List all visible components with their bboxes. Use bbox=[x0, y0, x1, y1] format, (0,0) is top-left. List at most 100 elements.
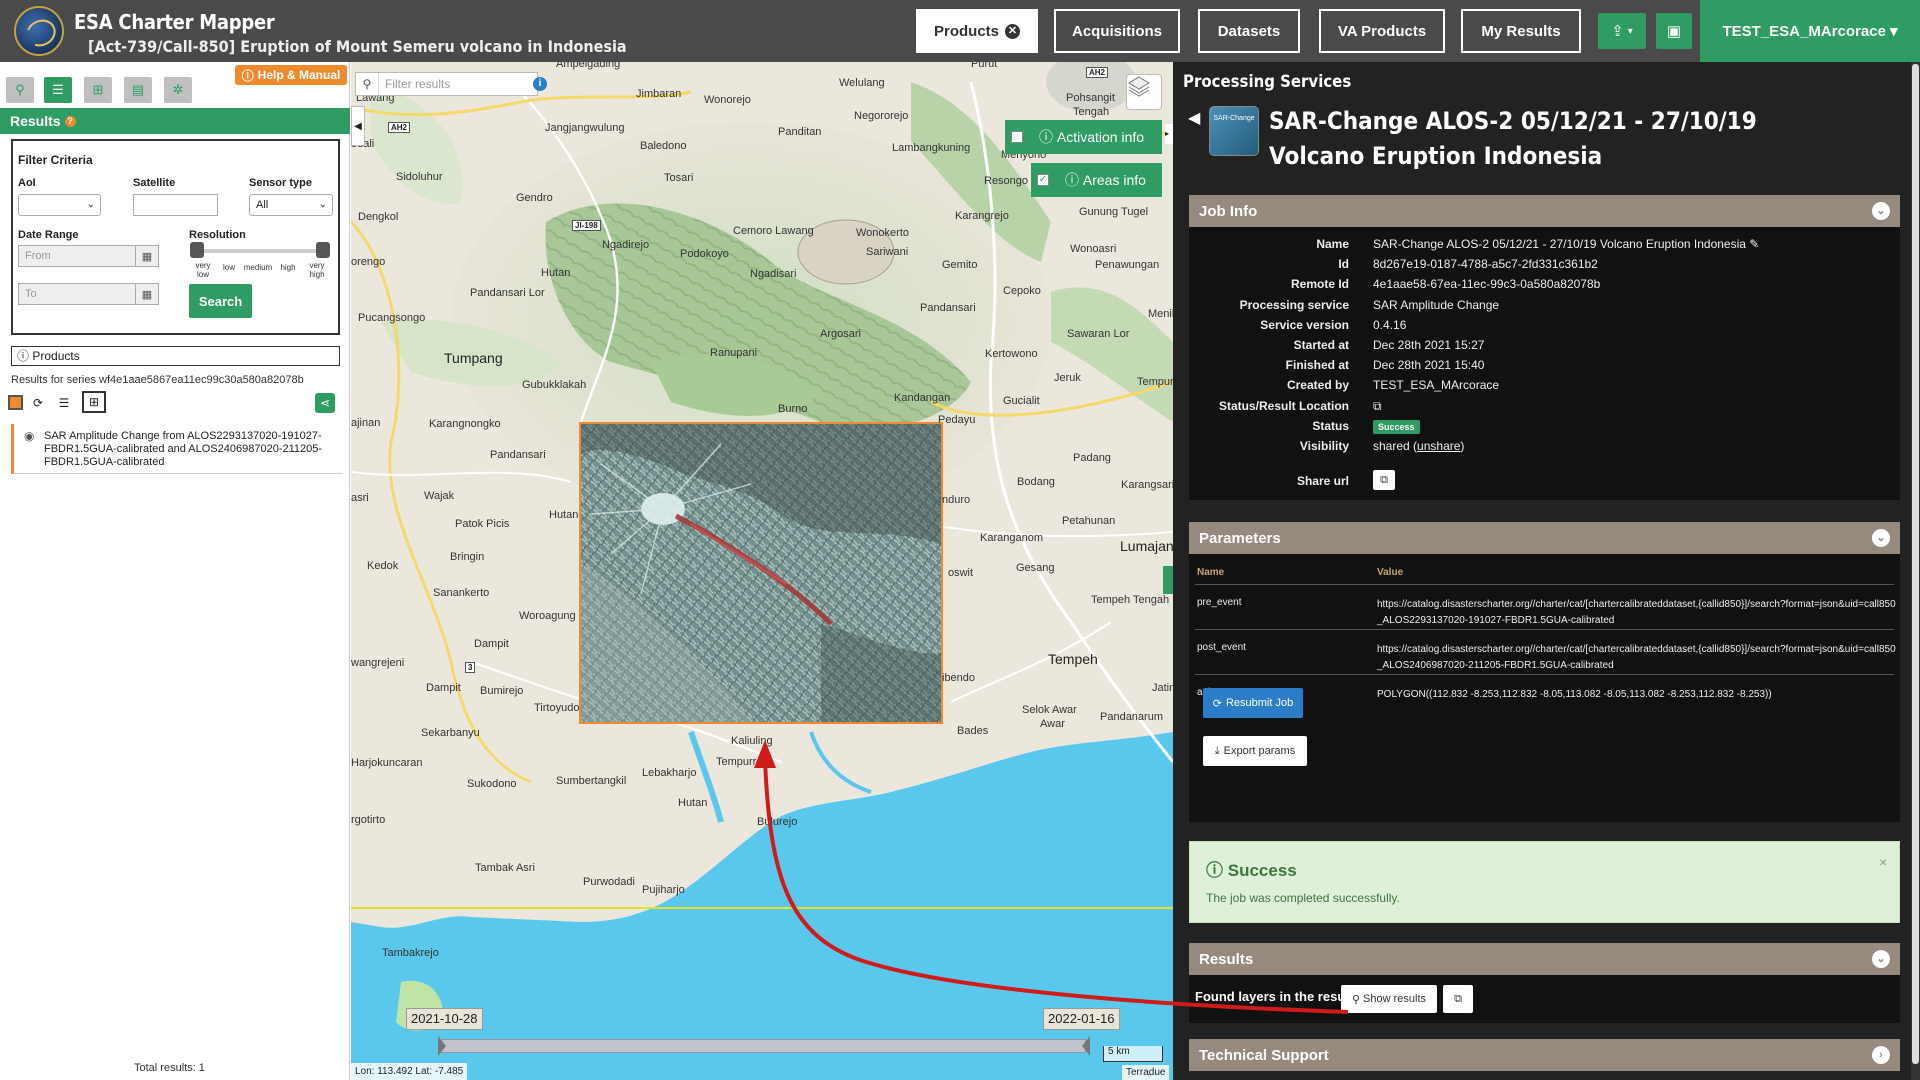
chevron-down-icon[interactable]: ⌄ bbox=[1872, 529, 1890, 547]
slider-handle-min[interactable] bbox=[190, 242, 204, 258]
areas-info-checkbox[interactable]: ✓ bbox=[1031, 163, 1055, 197]
activation-info-checkbox[interactable] bbox=[1005, 120, 1029, 154]
timeline-handle-end[interactable] bbox=[1082, 1036, 1090, 1056]
layers-button[interactable] bbox=[1126, 74, 1162, 110]
aoi-label: AoI bbox=[18, 177, 36, 189]
timeline-slider[interactable] bbox=[438, 1036, 1090, 1056]
info-icon[interactable]: i bbox=[533, 77, 547, 91]
resolution-slider[interactable] bbox=[190, 242, 330, 258]
success-message: The job was completed successfully. bbox=[1206, 891, 1400, 905]
close-icon[interactable]: × bbox=[1879, 854, 1887, 870]
map-town-label: Sariwani bbox=[866, 246, 909, 258]
map-town-label: Hutan bbox=[549, 509, 579, 521]
tab-my-results[interactable]: My Results bbox=[1461, 9, 1581, 53]
basket-icon: ⊞ bbox=[92, 82, 104, 97]
back-arrow-icon[interactable]: ◀ bbox=[1188, 108, 1200, 128]
processing-services-panel: Processing Services ◀ SAR-Change SAR-Cha… bbox=[1173, 62, 1920, 1080]
user-menu[interactable]: TEST_ESA_MArcorace ▾ bbox=[1700, 0, 1920, 62]
filter-results-input[interactable]: Filter results bbox=[378, 73, 537, 95]
search-tool-button[interactable]: ⚲ bbox=[6, 77, 34, 103]
calendar-icon[interactable]: ▦ bbox=[135, 283, 159, 305]
tab-acquisitions[interactable]: Acquisitions bbox=[1054, 9, 1180, 53]
export-params-button[interactable]: ⤓ Export params bbox=[1203, 736, 1307, 766]
copy-share-url-button[interactable]: ⧉ bbox=[1373, 470, 1395, 490]
collapse-left-panel-handle[interactable]: ◀ bbox=[351, 106, 365, 146]
satellite-input[interactable] bbox=[133, 194, 218, 216]
calendar-icon[interactable]: ▦ bbox=[135, 245, 159, 267]
filter-results-box[interactable]: ⚲ Filter results bbox=[355, 72, 538, 96]
sensor-type-select[interactable]: All ⌄ bbox=[249, 194, 333, 216]
date-from-input[interactable]: From bbox=[18, 245, 136, 267]
right-panel-scrollbar[interactable] bbox=[1911, 62, 1920, 1080]
archive-tool-button[interactable]: ▤ bbox=[124, 77, 152, 103]
map-town-label: Tempurrejo bbox=[716, 756, 772, 768]
map-town-label: Dengkol bbox=[358, 211, 399, 223]
map-town-label: Karangnongko bbox=[429, 418, 501, 430]
select-all-checkbox[interactable] bbox=[8, 395, 23, 410]
parameters-header[interactable]: Parameters ⌄ bbox=[1189, 522, 1900, 554]
side-tab[interactable] bbox=[1163, 566, 1173, 594]
resubmit-job-button[interactable]: ⟳ Resubmit Job bbox=[1203, 688, 1303, 718]
job-info-key: Finished at bbox=[1285, 358, 1349, 373]
results-header[interactable]: Results ⌄ bbox=[1189, 943, 1900, 975]
chevron-down-icon[interactable]: ⌄ bbox=[1872, 950, 1890, 968]
map-town-label: Pohsangit bbox=[1066, 92, 1115, 104]
map-town-label: Bodang bbox=[1017, 476, 1055, 488]
upload-dropdown-button[interactable]: ⇪ ▾ bbox=[1598, 13, 1646, 49]
job-info-header[interactable]: Job Info ⌄ bbox=[1189, 195, 1900, 227]
technical-support-header[interactable]: Technical Support › bbox=[1189, 1039, 1900, 1071]
slider-handle-max[interactable] bbox=[316, 242, 330, 258]
map-town-label: Bumirejo bbox=[480, 685, 524, 697]
job-info-value: 0.4.16 bbox=[1373, 317, 1407, 332]
tab-va-products[interactable]: VA Products bbox=[1319, 9, 1445, 53]
refresh-icon[interactable]: ⟳ bbox=[28, 393, 48, 413]
close-circle-icon[interactable]: ✕ bbox=[1005, 23, 1020, 39]
aoi-select[interactable]: ⌄ bbox=[18, 194, 101, 216]
sar-change-result-layer[interactable] bbox=[579, 422, 943, 724]
chevron-down-icon[interactable]: ⌄ bbox=[1872, 202, 1890, 220]
collapse-right-panel-handle[interactable]: ▸ bbox=[1165, 124, 1173, 144]
map-view[interactable]: Ampelgading Purut Lawang Jimbaran Wonorejo We… bbox=[351, 62, 1173, 1080]
tab-datasets[interactable]: Datasets bbox=[1198, 9, 1300, 53]
map-attribution[interactable]: Terradue bbox=[1122, 1065, 1170, 1080]
areas-info-toggle[interactable]: ✓ ⓘ Areas info bbox=[1031, 163, 1162, 197]
activation-info-toggle[interactable]: ⓘ Activation info bbox=[1005, 120, 1162, 154]
map-town-label: Karangsari bbox=[1121, 479, 1173, 491]
show-results-button[interactable]: ⚲ Show results bbox=[1341, 985, 1437, 1013]
copy-results-button[interactable]: ⧉ bbox=[1443, 985, 1473, 1013]
briefcase-button[interactable]: ▣ bbox=[1656, 13, 1692, 49]
chevron-right-icon[interactable]: › bbox=[1872, 1046, 1890, 1064]
map-town-label: Jeruk bbox=[1054, 372, 1081, 384]
job-info-key: Id bbox=[1338, 257, 1349, 272]
map-town-label: Gemito bbox=[942, 259, 978, 271]
product-list-item[interactable]: ◉ SAR Amplitude Change from ALOS22931370… bbox=[11, 424, 343, 474]
map-town-label: Cemoro Lawang bbox=[733, 225, 814, 237]
map-town-label: Resongo bbox=[984, 175, 1029, 187]
map-town-label: Kertowono bbox=[985, 348, 1038, 360]
search-button[interactable]: Search bbox=[189, 284, 252, 318]
external-link-icon[interactable]: ⧉ bbox=[1373, 399, 1382, 414]
list-view-icon[interactable]: ☰ bbox=[54, 393, 74, 413]
date-to-input[interactable]: To bbox=[18, 283, 136, 305]
upload-icon: ⇪ bbox=[1611, 23, 1624, 40]
help-manual-button[interactable]: ⓘ Help & Manual bbox=[235, 65, 347, 85]
basket-add-icon[interactable]: ⊞ bbox=[82, 391, 106, 413]
map-town-label: Jangjangwulung bbox=[545, 122, 625, 134]
share-icon[interactable]: ⋖ bbox=[315, 393, 335, 413]
settings-tool-button[interactable]: ✲ bbox=[164, 77, 192, 103]
parameters-title: Parameters bbox=[1199, 529, 1281, 547]
esa-charter-logo[interactable] bbox=[14, 6, 64, 56]
date-range-label: Date Range bbox=[18, 229, 79, 241]
res-level-very-low: very low bbox=[195, 261, 211, 279]
list-tool-button[interactable]: ☰ bbox=[44, 77, 72, 103]
timeline-handle-start[interactable] bbox=[438, 1036, 446, 1056]
map-town-label: Wonokerto bbox=[856, 227, 909, 239]
question-icon[interactable]: ? bbox=[64, 115, 76, 127]
scrollbar-thumb[interactable] bbox=[1912, 64, 1919, 1064]
results-section: Results ⌄ Found layers in the result. ⚲ S… bbox=[1189, 943, 1900, 1023]
unshare-link[interactable]: unshare bbox=[1417, 439, 1460, 453]
job-title: SAR-Change ALOS-2 05/12/21 - 27/10/19 Vo… bbox=[1269, 107, 1757, 170]
basket-tool-button[interactable]: ⊞ bbox=[84, 77, 112, 103]
tab-products[interactable]: Products ✕ bbox=[916, 9, 1038, 53]
map-town-label: Kedok bbox=[367, 560, 399, 572]
